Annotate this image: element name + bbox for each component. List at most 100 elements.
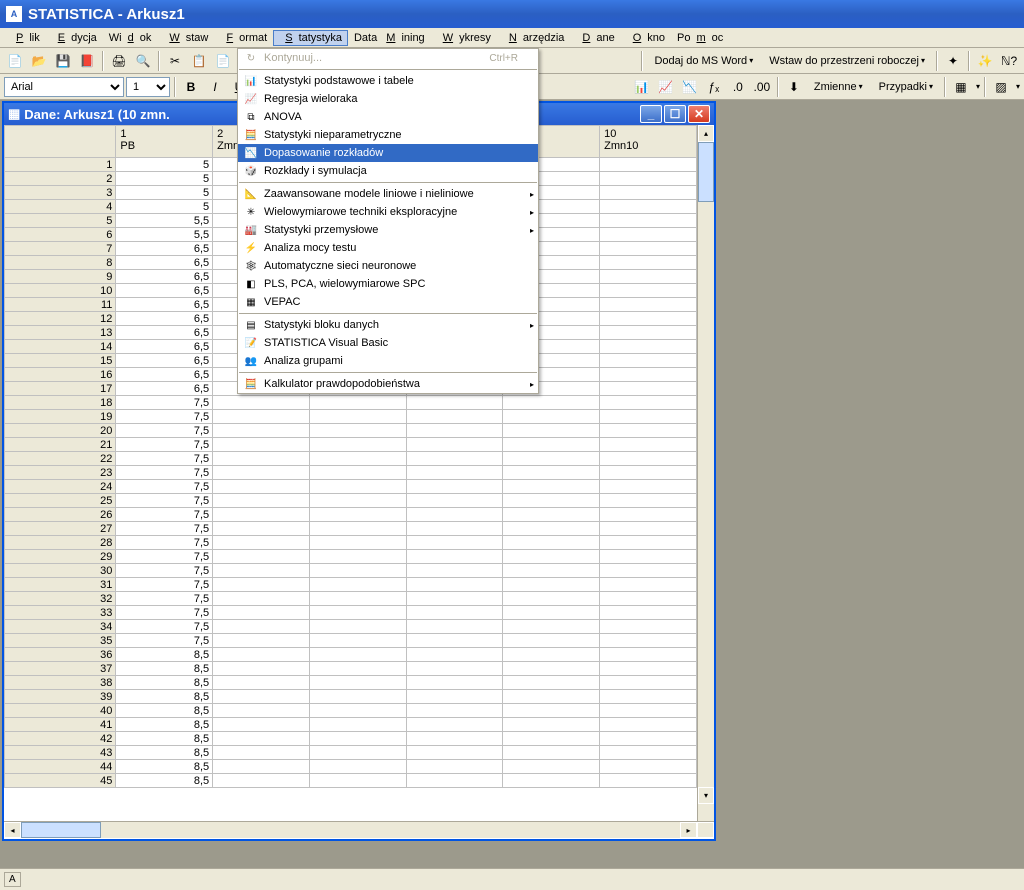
cell[interactable]: 7,5	[116, 480, 213, 494]
cell[interactable]: 8,5	[116, 662, 213, 676]
scroll-left-button[interactable]: ◂	[4, 822, 21, 838]
cell[interactable]	[406, 396, 503, 410]
cell[interactable]	[213, 424, 310, 438]
row-header[interactable]: 25	[5, 494, 116, 508]
cell[interactable]	[309, 774, 406, 788]
cell[interactable]	[503, 536, 600, 550]
menu-item-anova[interactable]: ⧉ANOVA	[238, 108, 538, 126]
cell[interactable]	[503, 704, 600, 718]
cell[interactable]	[503, 648, 600, 662]
corner-cell[interactable]	[5, 126, 116, 158]
row-header[interactable]: 32	[5, 592, 116, 606]
fx-icon[interactable]: ƒₓ	[703, 76, 725, 98]
cell[interactable]	[406, 536, 503, 550]
cell[interactable]	[213, 704, 310, 718]
cell[interactable]: 8,5	[116, 774, 213, 788]
cell[interactable]	[309, 662, 406, 676]
row-header[interactable]: 6	[5, 228, 116, 242]
cell[interactable]	[503, 774, 600, 788]
row-header[interactable]: 12	[5, 312, 116, 326]
cell[interactable]	[503, 676, 600, 690]
cell[interactable]	[406, 438, 503, 452]
print-icon[interactable]: 🖨	[108, 50, 130, 72]
menu-dane[interactable]: Dane	[570, 30, 620, 46]
menu-item-rozk-ady-i-symulacja[interactable]: 🎲Rozkłady i symulacja	[238, 162, 538, 180]
row-header[interactable]: 1	[5, 158, 116, 172]
cell[interactable]	[600, 368, 697, 382]
scroll-right-button[interactable]: ▸	[680, 822, 697, 838]
close-button[interactable]: ✕	[688, 105, 710, 123]
scroll-thumb[interactable]	[21, 822, 101, 838]
row-header[interactable]: 28	[5, 536, 116, 550]
cell[interactable]	[406, 452, 503, 466]
cell[interactable]	[213, 480, 310, 494]
row-header[interactable]: 9	[5, 270, 116, 284]
cell[interactable]	[600, 550, 697, 564]
cell[interactable]: 7,5	[116, 578, 213, 592]
menu-format[interactable]: Format	[214, 30, 273, 46]
cell[interactable]	[406, 564, 503, 578]
cell[interactable]	[406, 634, 503, 648]
row-header[interactable]: 24	[5, 480, 116, 494]
cell[interactable]	[213, 690, 310, 704]
cell[interactable]	[600, 228, 697, 242]
cell[interactable]: 7,5	[116, 522, 213, 536]
help-icon[interactable]: ℕ?	[998, 50, 1020, 72]
cell[interactable]	[503, 760, 600, 774]
cell[interactable]	[503, 578, 600, 592]
scroll-down-button[interactable]: ▾	[698, 787, 714, 804]
cell[interactable]	[406, 494, 503, 508]
cell[interactable]	[600, 424, 697, 438]
menu-item-wielowymiarowe-techniki-eksplo[interactable]: ✳Wielowymiarowe techniki eksploracyjne▸	[238, 203, 538, 221]
preview-icon[interactable]: 🔍	[132, 50, 154, 72]
sort-icon[interactable]: ⬇	[783, 76, 805, 98]
row-header[interactable]: 35	[5, 634, 116, 648]
cell[interactable]	[600, 774, 697, 788]
row-header[interactable]: 10	[5, 284, 116, 298]
cell[interactable]: 6,5	[116, 298, 213, 312]
cell[interactable]	[213, 662, 310, 676]
column-header[interactable]: 1PB	[116, 126, 213, 158]
cell[interactable]: 8,5	[116, 648, 213, 662]
cell[interactable]: 8,5	[116, 760, 213, 774]
cell[interactable]	[503, 466, 600, 480]
cell[interactable]	[600, 298, 697, 312]
menu-item-pls-pca-wielowymiarowe-spc[interactable]: ◧PLS, PCA, wielowymiarowe SPC	[238, 275, 538, 293]
cell[interactable]: 8,5	[116, 676, 213, 690]
menu-item-analiza-grupami[interactable]: 👥Analiza grupami	[238, 352, 538, 370]
font-select[interactable]: Arial	[4, 77, 124, 97]
cell[interactable]	[600, 662, 697, 676]
cell[interactable]	[213, 508, 310, 522]
cell[interactable]	[406, 704, 503, 718]
cell[interactable]	[600, 438, 697, 452]
cell[interactable]	[600, 172, 697, 186]
cell[interactable]	[406, 746, 503, 760]
cut-icon[interactable]: ✂	[164, 50, 186, 72]
cell[interactable]	[503, 690, 600, 704]
cell[interactable]: 7,5	[116, 410, 213, 424]
cell[interactable]	[503, 746, 600, 760]
cell[interactable]	[600, 382, 697, 396]
cell[interactable]	[503, 396, 600, 410]
cell[interactable]: 7,5	[116, 424, 213, 438]
cell[interactable]	[600, 578, 697, 592]
cell[interactable]	[406, 718, 503, 732]
cell[interactable]	[406, 690, 503, 704]
cell[interactable]	[309, 704, 406, 718]
cell[interactable]	[309, 452, 406, 466]
row-header[interactable]: 13	[5, 326, 116, 340]
cell[interactable]: 6,5	[116, 368, 213, 382]
cell[interactable]	[406, 676, 503, 690]
cell[interactable]	[503, 606, 600, 620]
cell[interactable]	[309, 536, 406, 550]
pdf-icon[interactable]: 📕	[76, 50, 98, 72]
cell[interactable]	[406, 648, 503, 662]
menu-pomoc[interactable]: Pomoc	[671, 30, 729, 46]
row-header[interactable]: 23	[5, 466, 116, 480]
menu-item-statystyki-przemys-owe[interactable]: 🏭Statystyki przemysłowe▸	[238, 221, 538, 239]
row-header[interactable]: 38	[5, 676, 116, 690]
cell[interactable]	[309, 578, 406, 592]
menu-okno[interactable]: Okno	[621, 30, 671, 46]
new-icon[interactable]: 📄	[4, 50, 26, 72]
cell[interactable]: 6,5	[116, 270, 213, 284]
